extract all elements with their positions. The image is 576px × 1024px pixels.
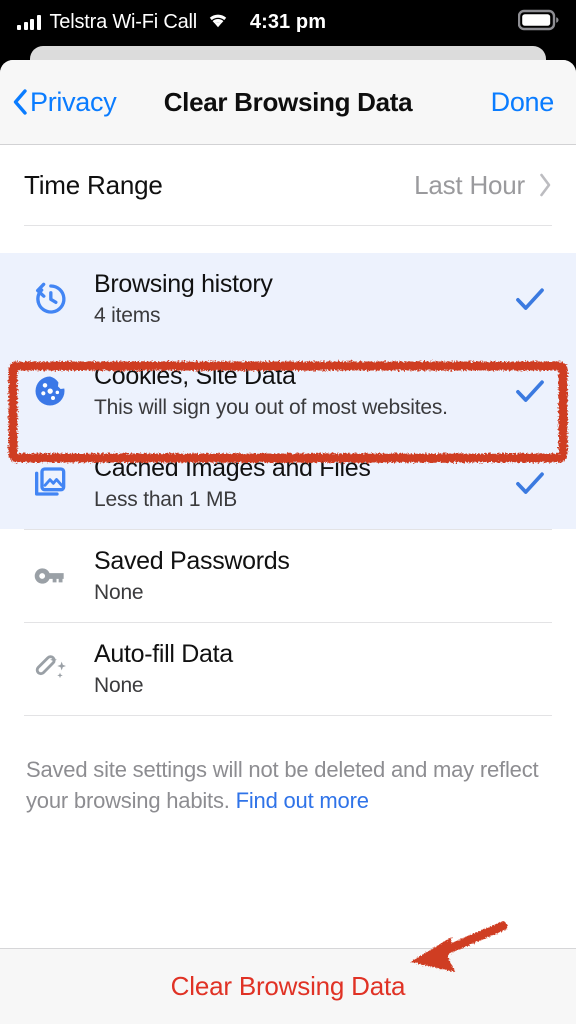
list-item-title: Browsing history [94,270,273,299]
time-range-label: Time Range [24,169,163,200]
clear-browsing-data-sheet: Privacy Clear Browsing Data Done Time Ra… [0,60,576,1024]
list-item[interactable]: Saved Passwords None [0,530,576,622]
done-button[interactable]: Done [491,87,555,118]
time-range-value-group: Last Hour [414,170,552,201]
list-item-text: Saved Passwords None [94,547,508,605]
list-item-title: Cached Images and Files [94,454,371,483]
checkmark-icon[interactable] [508,282,552,316]
checkmark-icon[interactable] [508,374,552,408]
section-gap [0,226,576,253]
list-item-text: Cookies, Site Data This will sign you ou… [94,362,508,420]
clear-browsing-data-label: Clear Browsing Data [170,971,406,1001]
photo-stack-icon [24,463,76,503]
list-item-text: Browsing history 4 items [94,270,508,328]
cookie-icon [24,371,76,411]
list-item-title: Saved Passwords [94,547,290,576]
list-item-text: Cached Images and Files Less than 1 MB [94,454,508,512]
status-bar-right [517,9,560,36]
chevron-left-icon [12,88,28,116]
status-bar: Telstra Wi-Fi Call 4:31 pm [0,0,576,44]
list-item-subtitle: This will sign you out of most websites. [94,395,448,419]
footer-note: Saved site settings will not be deleted … [0,716,576,816]
list-item-subtitle: None [94,580,144,604]
chevron-right-icon [539,173,552,197]
clear-browsing-data-button[interactable]: Clear Browsing Data [0,948,576,1024]
list-item-subtitle: 4 items [94,303,161,327]
back-button[interactable]: Privacy [12,86,117,118]
list-item-subtitle: None [94,673,144,697]
list-item-subtitle: Less than 1 MB [94,487,238,511]
battery-icon [517,9,560,36]
magic-wand-icon [24,649,76,689]
back-button-label: Privacy [30,86,117,117]
time-range-value: Last Hour [414,169,525,200]
navigation-bar: Privacy Clear Browsing Data Done [0,60,576,145]
list-item[interactable]: Cookies, Site Data This will sign you ou… [0,345,576,437]
list-item[interactable]: Browsing history 4 items [0,253,576,345]
list-item-title: Cookies, Site Data [94,362,296,391]
list-item[interactable]: Auto-fill Data None [0,623,576,715]
time-range-row[interactable]: Time Range Last Hour [0,145,576,225]
list-item[interactable]: Cached Images and Files Less than 1 MB [0,437,576,529]
list-item-text: Auto-fill Data None [94,640,508,698]
find-out-more-link[interactable]: Find out more [236,788,369,813]
checkmark-icon[interactable] [508,466,552,500]
history-clock-icon [24,279,76,319]
phone-screen: Telstra Wi-Fi Call 4:31 pm Privacy Clear… [0,0,576,1024]
status-bar-clock: 4:31 pm [249,10,327,33]
list-item-title: Auto-fill Data [94,640,233,669]
key-icon [24,556,76,596]
